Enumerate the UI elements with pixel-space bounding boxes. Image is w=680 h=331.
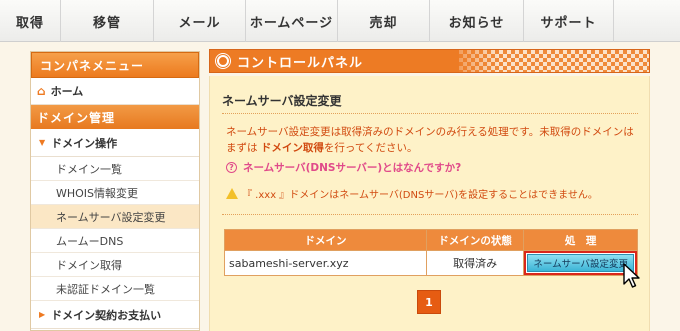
col-action: 処 理 (523, 229, 638, 251)
status-cell: 取得済み (425, 250, 525, 276)
sidebar: コンパネメニュー ⌂ ホーム ドメイン管理 ▼ ドメイン操作 ドメイン一覧 WH… (30, 51, 200, 331)
triangle-right-icon: ▶ (39, 310, 46, 319)
divider (222, 113, 638, 114)
nav-news[interactable]: お知らせ (430, 0, 524, 42)
sidebar-item-domain-acquire[interactable]: ドメイン取得 (31, 253, 199, 277)
sidebar-item-unverified[interactable]: 未認証ドメイン一覧 (31, 277, 199, 301)
mouse-cursor-icon (623, 263, 640, 288)
content-area: ネームサーバ設定変更 ネームサーバ設定変更は取得済みのドメインのみ行える処理です… (209, 76, 650, 331)
description: ネームサーバ設定変更は取得済みのドメインのみ行える処理です。未取得のドメインは … (226, 126, 634, 154)
triangle-down-icon: ▼ (39, 138, 46, 147)
sidebar-group-contract[interactable]: ▶ ドメイン契約お支払い (31, 301, 199, 329)
domain-table: ドメイン ドメインの状態 処 理 sabameshi-server.xyz 取得… (224, 229, 638, 276)
page-title: ネームサーバ設定変更 (222, 94, 342, 108)
question-icon: ? (226, 162, 237, 173)
sidebar-item-nameserver[interactable]: ネームサーバ設定変更 (31, 205, 199, 229)
sidebar-group-domain-ops[interactable]: ▼ ドメイン操作 (31, 129, 199, 157)
domain-cell: sabameshi-server.xyz (224, 250, 427, 276)
sidebar-item-domain-list[interactable]: ドメイン一覧 (31, 157, 199, 181)
page-1-button[interactable]: 1 (417, 290, 441, 314)
col-domain: ドメイン (224, 229, 427, 251)
divider (222, 214, 638, 215)
warning-message: 『 .xxx 』ドメインはネームサーバ(DNSサーバ)を設定することはできません… (226, 186, 598, 201)
top-nav: 取得 移管 メール ホームページ 売却 お知らせ サポート (0, 0, 680, 42)
sidebar-group2-label: ドメイン契約お支払い (51, 308, 162, 322)
col-status: ドメインの状態 (425, 229, 525, 251)
action-cell: ネームサーバ設定変更 (523, 250, 638, 276)
home-icon: ⌂ (37, 84, 46, 98)
sidebar-home-label: ホーム (50, 85, 84, 98)
nav-transfer[interactable]: 移管 (61, 0, 154, 42)
sidebar-item-home[interactable]: ⌂ ホーム (31, 78, 199, 105)
table-row: sabameshi-server.xyz 取得済み ネームサーバ設定変更 (224, 250, 638, 276)
warning-icon (226, 188, 238, 199)
panel-header: コントロールパネル (209, 49, 650, 73)
sidebar-section-domain: ドメイン管理 (31, 105, 199, 129)
nav-support[interactable]: サポート (524, 0, 614, 42)
nameserver-change-button[interactable]: ネームサーバ設定変更 (524, 251, 637, 275)
sidebar-item-muumuu-dns[interactable]: ムームーDNS (31, 229, 199, 253)
gear-icon (215, 53, 231, 69)
nav-acquire[interactable]: 取得 (0, 0, 61, 42)
sidebar-item-whois[interactable]: WHOIS情報変更 (31, 181, 199, 205)
panel-title: コントロールパネル (237, 55, 364, 71)
sidebar-header: コンパネメニュー (31, 52, 199, 78)
nav-homepage[interactable]: ホームページ (246, 0, 338, 42)
help-link[interactable]: ? ネームサーバ(DNSサーバー)とはなんですか? (226, 160, 461, 175)
nav-sell[interactable]: 売却 (338, 0, 430, 42)
sidebar-group-label: ドメイン操作 (51, 136, 118, 150)
nav-mail[interactable]: メール (154, 0, 246, 42)
domain-acquire-link[interactable]: ドメイン取得 (261, 142, 324, 154)
